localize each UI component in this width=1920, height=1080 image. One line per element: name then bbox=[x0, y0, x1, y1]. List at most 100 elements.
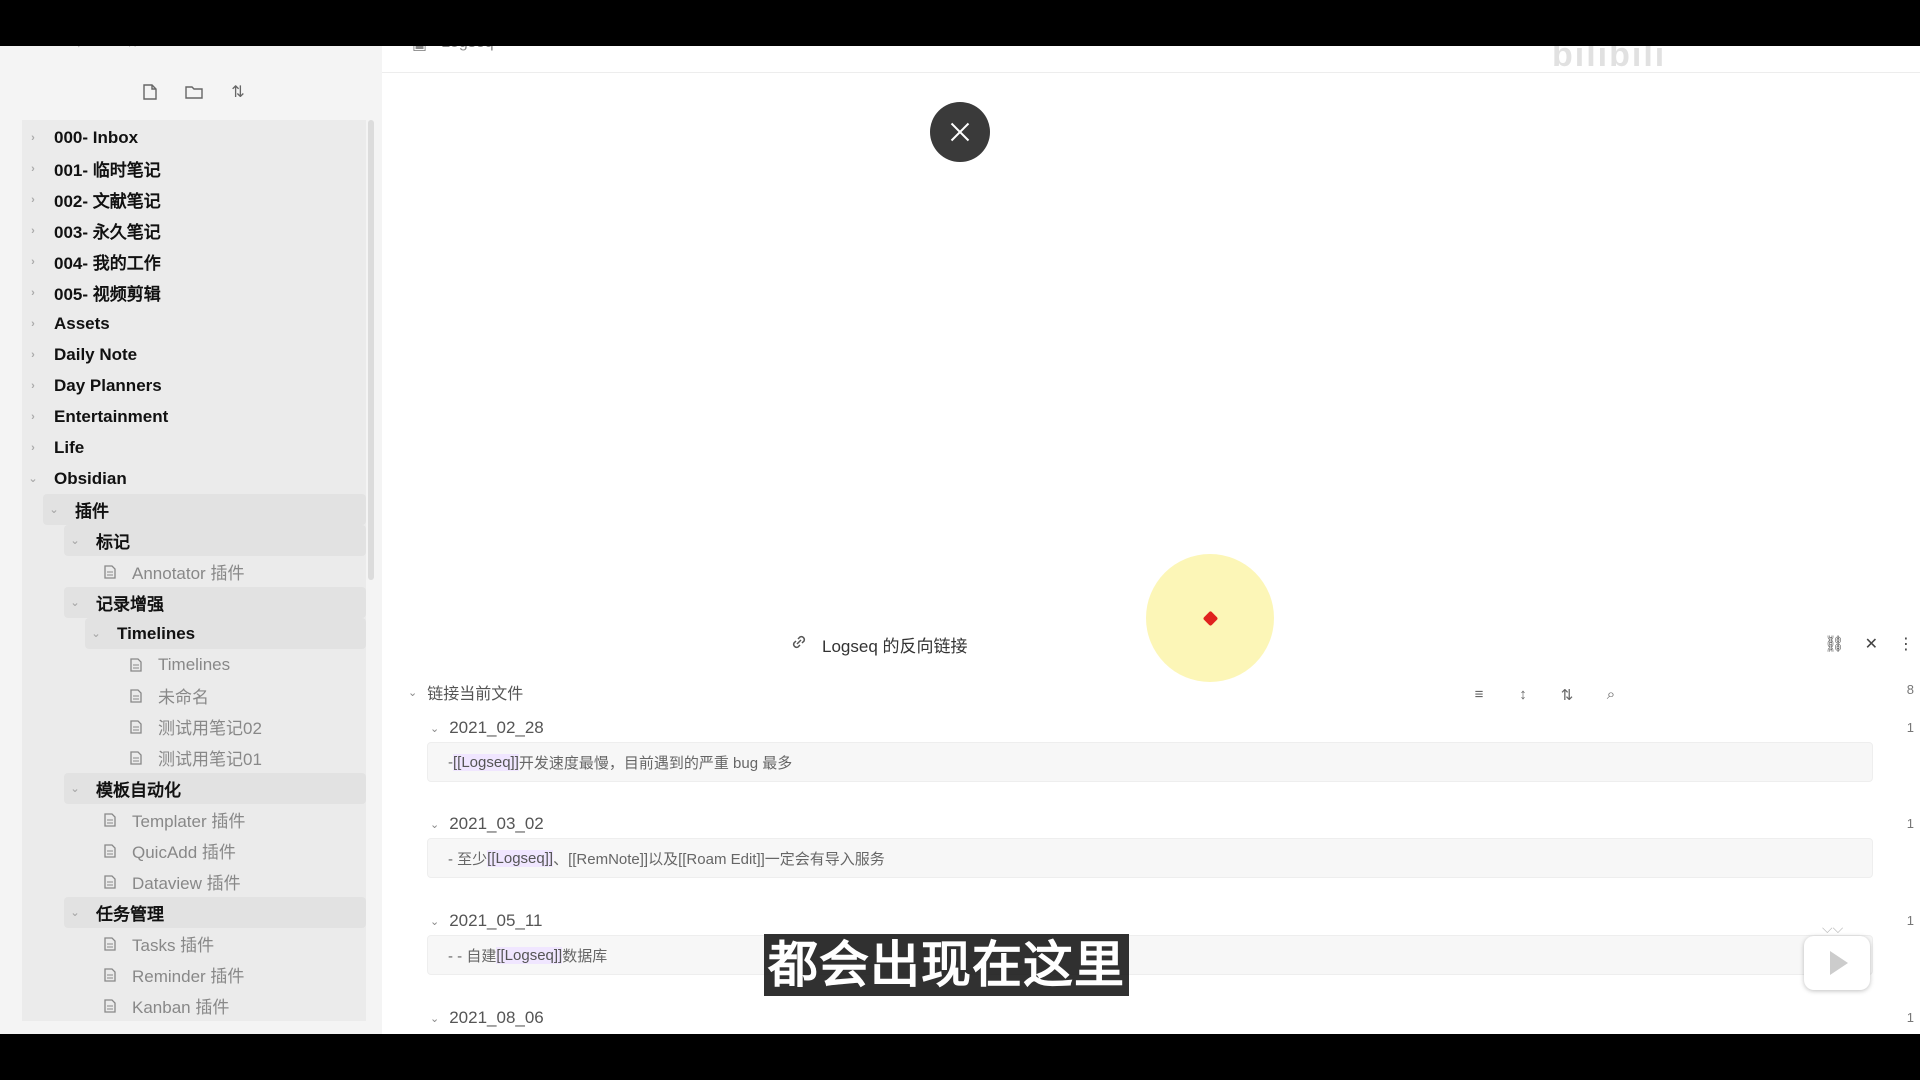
linked-mentions-label: 链接当前文件 bbox=[427, 686, 524, 703]
tree-item-label: 记录增强 bbox=[96, 595, 164, 614]
file-icon bbox=[104, 998, 120, 1014]
tree-file[interactable]: 测试用笔记02 bbox=[22, 711, 366, 742]
snippet-text: 开发速度最慢，目前遇到的严重 bug 最多 bbox=[518, 754, 793, 772]
tree-folder[interactable]: ⌄ 模板自动化 bbox=[64, 773, 366, 804]
backlink-snippet[interactable]: - [[Logseq]] 开发速度最慢，目前遇到的严重 bug 最多 bbox=[427, 742, 1873, 782]
linked-mentions-group[interactable]: ⌄ 链接当前文件 bbox=[408, 680, 523, 704]
tree-folder[interactable]: ⌄ 记录增强 bbox=[64, 587, 366, 618]
tree-item-label: 标记 bbox=[96, 533, 130, 552]
tree-folder[interactable]: › 003- 永久笔记 bbox=[22, 215, 366, 246]
search-icon[interactable]: ⌕ bbox=[1602, 686, 1620, 704]
tree-item-label: Templater 插件 bbox=[132, 812, 246, 831]
tree-item-label: 002- 文献笔记 bbox=[54, 192, 161, 211]
tree-folder[interactable]: ⌄ Timelines bbox=[85, 618, 366, 649]
tree-item-label: Reminder 插件 bbox=[132, 967, 245, 986]
backlink-snippet[interactable]: - 至少 [[Logseq]] 、[[RemNote]]以及[[Roam Edit… bbox=[427, 838, 1873, 878]
app-window: ▭ ⌕ ☆ ▭ ⇅ › 000- Inbox › 001- 临时笔记 › 002- 文献笔… bbox=[0, 46, 1920, 1034]
tree-file[interactable]: QuicAdd 插件 bbox=[22, 835, 366, 866]
note-title-bar: ▣ Logseq bbox=[412, 46, 494, 54]
tree-folder[interactable]: › 002- 文献笔记 bbox=[22, 184, 366, 215]
chevron-down-icon: ⌄ bbox=[91, 628, 101, 640]
chevron-down-icon: ⌄ bbox=[430, 818, 440, 831]
file-icon bbox=[130, 719, 146, 735]
close-icon[interactable]: ✕ bbox=[1865, 634, 1878, 654]
backlink-date-group[interactable]: ⌄ 2021_02_28 bbox=[430, 718, 544, 738]
sort-order-icon[interactable]: ⇅ bbox=[1558, 686, 1576, 704]
video-play-button[interactable] bbox=[1804, 936, 1870, 990]
snippet-link[interactable]: [[Logseq]] bbox=[487, 849, 554, 867]
tree-folder[interactable]: ⌄ Obsidian bbox=[22, 463, 366, 494]
backlinks-toolbar: ≡ ↕ ⇅ ⌕ bbox=[1470, 686, 1620, 704]
tree-file[interactable]: Templater 插件 bbox=[22, 804, 366, 835]
tree-folder[interactable]: › 004- 我的工作 bbox=[22, 246, 366, 277]
star-tab-icon[interactable]: ☆ bbox=[126, 46, 148, 50]
tree-folder[interactable]: ⌄ 标记 bbox=[64, 525, 366, 556]
tree-item-label: Kanban 插件 bbox=[132, 998, 230, 1017]
file-tree: › 000- Inbox › 001- 临时笔记 › 002- 文献笔记 › 003- 永久笔… bbox=[22, 120, 366, 1021]
tree-folder[interactable]: › 001- 临时笔记 bbox=[22, 153, 366, 184]
tree-item-label: Life bbox=[54, 437, 85, 457]
tree-folder[interactable]: › Life bbox=[22, 432, 366, 463]
file-icon bbox=[104, 564, 120, 580]
new-folder-icon[interactable] bbox=[184, 82, 204, 102]
chevron-right-icon: › bbox=[31, 441, 35, 454]
tree-file[interactable]: Dataview 插件 bbox=[22, 866, 366, 897]
tree-folder[interactable]: › Assets bbox=[22, 308, 366, 339]
sort-icon[interactable]: ⇅ bbox=[228, 82, 248, 102]
tree-folder[interactable]: › 005- 视频剪辑 bbox=[22, 277, 366, 308]
snippet-link[interactable]: [[Logseq]] bbox=[453, 753, 519, 771]
backlink-snippet[interactable]: - - 自建 [[Logseq]] 数据库 bbox=[427, 935, 1873, 975]
file-icon bbox=[104, 967, 120, 983]
snippet-text: 数据库 bbox=[562, 947, 608, 965]
tree-item-label: Obsidian bbox=[54, 468, 127, 488]
chevron-right-icon: › bbox=[31, 162, 35, 175]
backlink-date-group[interactable]: ⌄ 2021_08_06 bbox=[430, 1008, 544, 1028]
tree-item-label: Day Planners bbox=[54, 375, 162, 395]
tree-folder[interactable]: › Day Planners bbox=[22, 370, 366, 401]
snippet-link[interactable]: [[Logseq]] bbox=[496, 946, 563, 964]
tree-file[interactable]: Reminder 插件 bbox=[22, 959, 366, 990]
chevron-down-icon: ⌄ bbox=[28, 473, 38, 485]
backlink-date-group[interactable]: ⌄ 2021_05_11 bbox=[430, 911, 543, 931]
chevron-right-icon: › bbox=[31, 348, 35, 361]
tree-folder[interactable]: › Entertainment bbox=[22, 401, 366, 432]
note-title: Logseq bbox=[441, 46, 494, 54]
tree-file[interactable]: Tasks 插件 bbox=[22, 928, 366, 959]
more-options-icon[interactable]: ⋮ bbox=[1898, 634, 1914, 654]
tree-folder[interactable]: ⌄ 任务管理 bbox=[64, 897, 366, 928]
tree-folder[interactable]: ⌄ 插件 bbox=[43, 494, 366, 525]
tree-item-label: Assets bbox=[54, 313, 110, 333]
tree-file[interactable]: 未命名 bbox=[22, 680, 366, 711]
show-context-icon[interactable]: ↕ bbox=[1514, 686, 1532, 704]
tree-item-label: Daily Note bbox=[54, 344, 138, 364]
backlink-count: 1 bbox=[1906, 720, 1914, 735]
chevron-down-icon: ⌄ bbox=[70, 597, 80, 609]
sidebar-scrollbar[interactable] bbox=[368, 120, 374, 580]
collapse-results-icon[interactable]: ≡ bbox=[1470, 686, 1488, 704]
search-tab-icon[interactable]: ⌕ bbox=[78, 46, 100, 50]
tree-item-label: 001- 临时笔记 bbox=[54, 161, 161, 180]
tree-folder[interactable]: › Daily Note bbox=[22, 339, 366, 370]
outline-tab-icon[interactable]: ▭ bbox=[174, 46, 196, 50]
chevron-right-icon: › bbox=[31, 317, 35, 330]
new-note-icon[interactable] bbox=[140, 82, 160, 102]
backlink-count: 1 bbox=[1906, 1010, 1914, 1025]
video-subtitle: 都会出现在这里 bbox=[764, 934, 1129, 996]
tree-item-label: 未命名 bbox=[158, 688, 209, 707]
tree-folder[interactable]: › 000- Inbox bbox=[22, 122, 366, 153]
chevron-right-icon: › bbox=[31, 286, 35, 299]
sidebar-top-icons: ▭ ⌕ ☆ ▭ bbox=[30, 46, 196, 50]
tree-file[interactable]: Timelines bbox=[22, 649, 366, 680]
close-button[interactable] bbox=[930, 102, 990, 162]
link-pane-icon[interactable]: ⛓ bbox=[1824, 634, 1844, 654]
backlink-date: 2021_03_02 bbox=[449, 814, 544, 833]
bilibili-tv-ears-icon: ⌵⌵ bbox=[1822, 920, 1844, 936]
backlinks-title: Logseq 的反向链接 bbox=[822, 637, 968, 656]
backlink-date-group[interactable]: ⌄ 2021_03_02 bbox=[430, 814, 544, 834]
chevron-down-icon: ⌄ bbox=[408, 686, 418, 699]
tree-file[interactable]: Annotator 插件 bbox=[22, 556, 366, 587]
chevron-down-icon: ⌄ bbox=[430, 1012, 440, 1025]
tree-file[interactable]: 测试用笔记01 bbox=[22, 742, 366, 773]
files-tab-icon[interactable]: ▭ bbox=[30, 46, 52, 50]
tree-file[interactable]: Kanban 插件 bbox=[22, 990, 366, 1021]
